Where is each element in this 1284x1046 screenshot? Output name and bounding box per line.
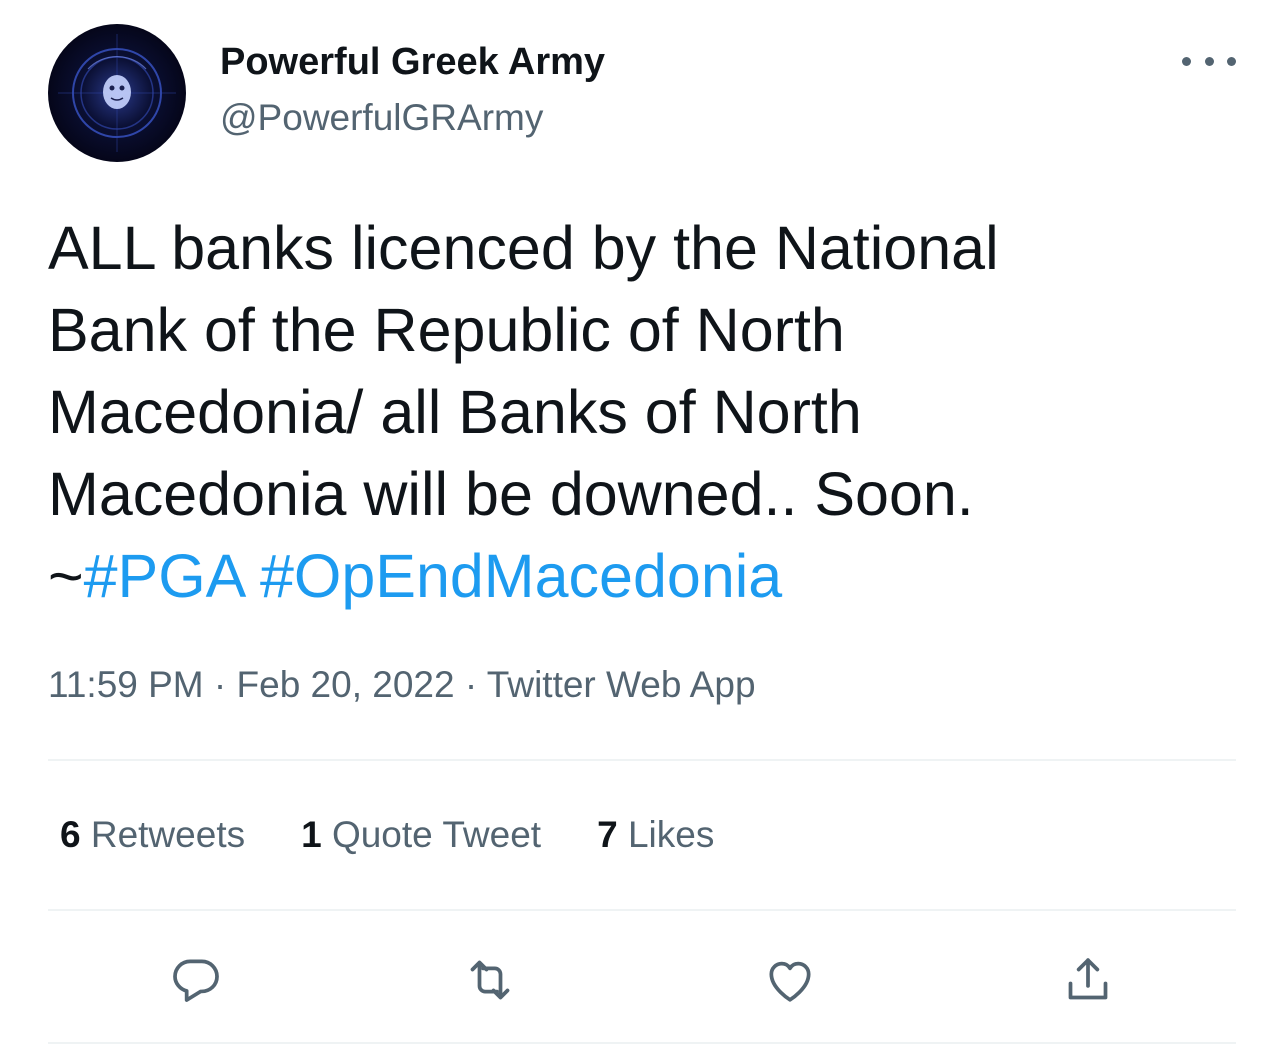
avatar[interactable] — [48, 24, 186, 162]
tweet-text-line: Bank of the Republic of North — [48, 296, 845, 364]
quote-tweets-label: Quote Tweet — [331, 814, 542, 855]
tweet-text-line: Macedonia will be downed.. Soon. — [48, 460, 974, 528]
tweet-card: Powerful Greek Army @PowerfulGRArmy ALL … — [0, 0, 1284, 1046]
likes-stat[interactable]: 7 Likes — [597, 812, 714, 858]
user-handle[interactable]: @PowerfulGRArmy — [220, 96, 605, 140]
share-button[interactable] — [1056, 948, 1120, 1012]
tweet-text-line: ALL banks licenced by the National — [48, 214, 999, 282]
avatar-emblem-icon — [58, 34, 176, 152]
quote-tweets-count: 1 — [301, 814, 322, 855]
meta-separator: · — [203, 664, 237, 705]
tweet-text: ALL banks licenced by the National Bank … — [48, 207, 1198, 617]
more-dot-icon — [1182, 56, 1191, 66]
reply-button[interactable] — [164, 948, 228, 1012]
more-dot-icon — [1204, 56, 1214, 66]
retweets-label: Retweets — [90, 814, 246, 855]
hashtag-link[interactable]: #OpEndMacedonia — [260, 542, 782, 610]
tweet-hashtag-line: ~#PGA #OpEndMacedonia — [48, 535, 1198, 617]
divider — [48, 909, 1236, 911]
tweet-source-link[interactable]: Twitter Web App — [487, 664, 756, 705]
heart-icon — [769, 961, 811, 1002]
tweet-prefix: ~ — [48, 542, 84, 610]
like-button[interactable] — [758, 948, 822, 1012]
author-info: Powerful Greek Army @PowerfulGRArmy — [220, 40, 605, 140]
tweet-date-link[interactable]: Feb 20, 2022 — [237, 664, 455, 705]
tweet-stats: 6 Retweets 1 Quote Tweet 7 Likes — [60, 812, 770, 858]
likes-count: 7 — [597, 814, 618, 855]
more-options-button[interactable] — [1182, 46, 1236, 76]
more-dot-icon — [1227, 56, 1236, 66]
likes-label: Likes — [627, 814, 715, 855]
quote-tweets-stat[interactable]: 1 Quote Tweet — [301, 812, 541, 858]
retweets-stat[interactable]: 6 Retweets — [60, 812, 245, 858]
share-icon — [1068, 958, 1108, 1000]
meta-separator: · — [454, 664, 487, 705]
tweet-text-line: Macedonia/ all Banks of North — [48, 378, 862, 446]
reply-icon — [173, 959, 219, 1002]
tweet-time-link[interactable]: 11:59 PM — [48, 664, 204, 705]
retweet-icon — [470, 960, 510, 1000]
divider — [48, 759, 1236, 761]
display-name[interactable]: Powerful Greek Army — [220, 40, 605, 84]
retweet-button[interactable] — [458, 948, 522, 1012]
retweets-count: 6 — [60, 814, 81, 855]
divider — [48, 1042, 1236, 1044]
hashtag-link[interactable]: #PGA — [84, 542, 243, 610]
tweet-meta: 11:59 PM · Feb 20, 2022 · Twitter Web Ap… — [48, 662, 756, 708]
tweet-actions — [0, 948, 1284, 1012]
